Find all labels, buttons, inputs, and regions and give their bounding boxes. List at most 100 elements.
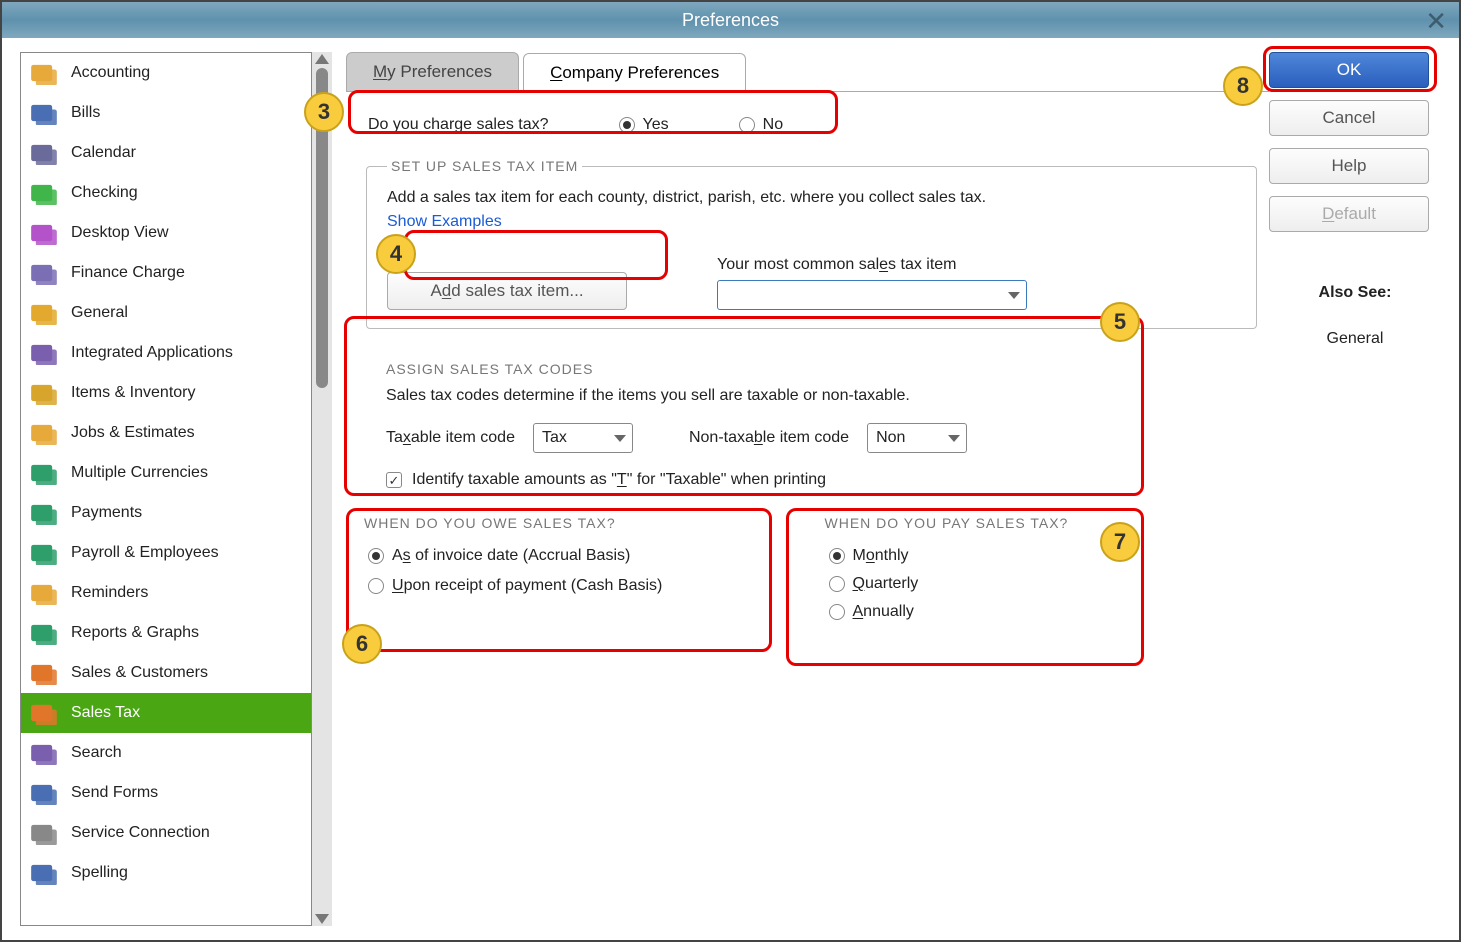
charge-yes-radio[interactable]: Yes [619,116,669,134]
sidebar-icon [29,140,59,166]
callout-3: 3 [304,92,344,132]
sidebar-icon [29,620,59,646]
common-item-label: Your most common sales tax item [717,256,1027,274]
sidebar-icon [29,100,59,126]
tab-my-preferences[interactable]: My Preferences [346,52,519,91]
setup-desc: Add a sales tax item for each county, di… [387,189,986,206]
sidebar-item-spelling[interactable]: Spelling [21,853,311,893]
sidebar-item-bills[interactable]: Bills [21,93,311,133]
add-sales-tax-item-button[interactable]: Add sales tax item... [387,272,627,310]
sidebar-item-reminders[interactable]: Reminders [21,573,311,613]
right-button-col: OK Cancel Help Default Also See: General [1269,38,1459,940]
chevron-down-icon [1008,292,1020,299]
callout-6: 6 [342,624,382,664]
sidebar-icon [29,860,59,886]
sidebar-item-label: Jobs & Estimates [71,424,195,442]
codes-desc: Sales tax codes determine if the items y… [386,387,1237,405]
also-see-heading: Also See: [1269,284,1441,302]
sidebar-item-accounting[interactable]: Accounting [21,53,311,93]
tab-bar: My Preferences Company Preferences [346,52,1269,92]
sidebar-item-calendar[interactable]: Calendar [21,133,311,173]
sidebar-item-reports-graphs[interactable]: Reports & Graphs [21,613,311,653]
sidebar-item-jobs-estimates[interactable]: Jobs & Estimates [21,413,311,453]
also-see-item[interactable]: General [1269,330,1441,348]
pay-quarterly-radio[interactable]: Quarterly [829,575,1256,593]
titlebar: Preferences ✕ [2,2,1459,38]
sidebar-icon [29,820,59,846]
sidebar-item-multiple-currencies[interactable]: Multiple Currencies [21,453,311,493]
sidebar-icon [29,580,59,606]
help-button[interactable]: Help [1269,148,1429,184]
sidebar-icon [29,420,59,446]
sidebar-item-payroll-employees[interactable]: Payroll & Employees [21,533,311,573]
sidebar-item-payments[interactable]: Payments [21,493,311,533]
scroll-down-icon[interactable] [315,914,329,924]
sidebar-wrap: Accounting Bills Calendar Checking Desktop V… [2,38,332,940]
sidebar-item-items-inventory[interactable]: Items & Inventory [21,373,311,413]
sidebar-icon [29,300,59,326]
sidebar-icon [29,740,59,766]
sidebar-item-label: Sales & Customers [71,664,208,682]
callout-4: 4 [376,234,416,274]
default-button[interactable]: Default [1269,196,1429,232]
sidebar-item-search[interactable]: Search [21,733,311,773]
ok-button[interactable]: OK [1269,52,1429,88]
sidebar-icon [29,700,59,726]
nontaxable-code-select[interactable]: Non [867,423,967,453]
setup-legend: SET UP SALES TAX ITEM [387,158,582,174]
sidebar-item-label: Payments [71,504,142,522]
pay-monthly-radio[interactable]: Monthly [829,547,1256,565]
tab-company-preferences[interactable]: Company Preferences [523,53,746,92]
sidebar-item-label: Items & Inventory [71,384,196,402]
sidebar-item-label: General [71,304,128,322]
close-icon[interactable]: ✕ [1425,6,1447,37]
main-panel: My Preferences Company Preferences Do yo… [332,38,1269,940]
callout-7: 7 [1100,522,1140,562]
pay-legend: WHEN DO YOU PAY SALES TAX? [825,515,1260,531]
chevron-down-icon [948,435,960,442]
sidebar-item-checking[interactable]: Checking [21,173,311,213]
cancel-button[interactable]: Cancel [1269,100,1429,136]
sidebar-item-label: Send Forms [71,784,158,802]
sidebar-item-finance-charge[interactable]: Finance Charge [21,253,311,293]
owe-accrual-radio[interactable]: As of invoice date (Accrual Basis) [368,547,795,565]
sidebar-item-label: Reminders [71,584,148,602]
taxable-code-select[interactable]: Tax [533,423,633,453]
sidebar-item-sales-tax[interactable]: Sales Tax [21,693,311,733]
sidebar-item-label: Spelling [71,864,128,882]
sidebar-icon [29,460,59,486]
sidebar-item-sales-customers[interactable]: Sales & Customers [21,653,311,693]
show-examples-link[interactable]: Show Examples [387,213,502,230]
sidebar-item-service-connection[interactable]: Service Connection [21,813,311,853]
charge-no-radio[interactable]: No [739,116,783,134]
sidebar-item-label: Calendar [71,144,136,162]
sidebar-item-label: Reports & Graphs [71,624,199,642]
owe-cash-radio[interactable]: Upon receipt of payment (Cash Basis) [368,577,795,595]
sidebar-item-general[interactable]: General [21,293,311,333]
sidebar-item-integrated-applications[interactable]: Integrated Applications [21,333,311,373]
sidebar-icon [29,180,59,206]
identify-taxable-checkbox[interactable]: Identify taxable amounts as "T" for "Tax… [386,471,1237,489]
codes-legend: ASSIGN SALES TAX CODES [386,361,1237,377]
sidebar-scrollbar[interactable] [312,52,332,926]
sidebar-item-label: Bills [71,104,100,122]
sidebar-item-label: Search [71,744,122,762]
sidebar-icon [29,220,59,246]
chevron-down-icon [614,435,626,442]
sidebar-item-desktop-view[interactable]: Desktop View [21,213,311,253]
callout-5: 5 [1100,302,1140,342]
pay-annually-radio[interactable]: Annually [829,603,1256,621]
sidebar-icon [29,380,59,406]
sidebar-item-label: Service Connection [71,824,210,842]
sidebar-item-send-forms[interactable]: Send Forms [21,773,311,813]
common-sales-tax-select[interactable] [717,280,1027,310]
sidebar-item-label: Payroll & Employees [71,544,219,562]
owe-tax-box: WHEN DO YOU OWE SALES TAX? As of invoice… [364,515,799,601]
charge-tax-label: Do you charge sales tax? [368,116,549,134]
sidebar-item-label: Desktop View [71,224,169,242]
sidebar-icon [29,540,59,566]
scroll-up-icon[interactable] [315,54,329,64]
nontaxable-code-label: Non-taxable item code [689,429,849,447]
owe-legend: WHEN DO YOU OWE SALES TAX? [364,515,799,531]
sidebar-item-label: Sales Tax [71,704,140,722]
